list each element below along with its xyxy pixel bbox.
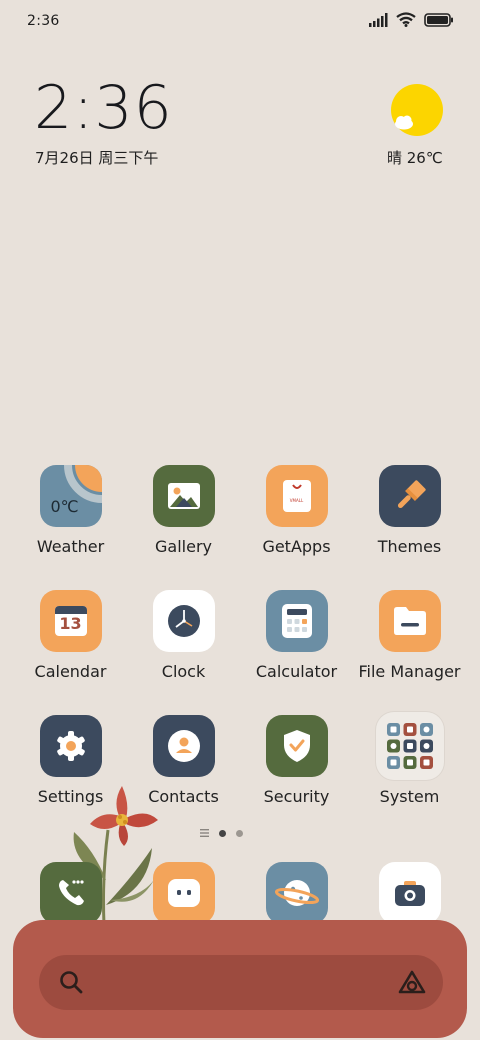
status-icons bbox=[369, 12, 454, 27]
camera-icon bbox=[378, 862, 441, 924]
wifi-icon bbox=[396, 12, 416, 27]
app-file-manager[interactable]: File Manager bbox=[353, 590, 466, 681]
app-label-themes: Themes bbox=[377, 537, 442, 556]
app-folder-system[interactable]: System bbox=[353, 712, 466, 806]
contacts-icon bbox=[152, 715, 215, 777]
feed-icon[interactable] bbox=[200, 829, 209, 837]
clock-widget-date: 7月26日 周三下午 bbox=[35, 149, 159, 167]
dock-camera[interactable] bbox=[353, 862, 466, 924]
gear-icon bbox=[39, 715, 102, 777]
app-weather[interactable]: 0℃ Weather bbox=[14, 465, 127, 556]
clock-icon bbox=[152, 590, 215, 652]
app-themes[interactable]: Themes bbox=[353, 465, 466, 556]
app-label-clock: Clock bbox=[161, 662, 206, 681]
messages-icon bbox=[152, 862, 215, 924]
app-calendar[interactable]: 13 Calendar bbox=[14, 590, 127, 681]
calendar-icon: 13 bbox=[39, 590, 102, 652]
page-dot-active[interactable] bbox=[219, 829, 226, 837]
dock-messages[interactable] bbox=[127, 862, 240, 924]
weather-widget-text: 晴 26℃ bbox=[387, 149, 443, 167]
page-dot[interactable] bbox=[236, 829, 243, 837]
page-indicator bbox=[200, 829, 243, 837]
app-label-weather: Weather bbox=[36, 537, 105, 556]
browser-icon bbox=[265, 862, 328, 924]
status-bar: 2:36 bbox=[0, 0, 480, 42]
battery-icon bbox=[424, 12, 453, 27]
sun-cloud-icon[interactable] bbox=[391, 84, 443, 136]
app-label-system: System bbox=[379, 787, 440, 806]
app-label-calculator: Calculator bbox=[255, 662, 338, 681]
app-label-security: Security bbox=[263, 787, 330, 806]
search-bar[interactable] bbox=[39, 955, 443, 1010]
app-label-gallery: Gallery bbox=[155, 537, 212, 556]
search-icon bbox=[60, 971, 83, 994]
app-security[interactable]: Security bbox=[240, 715, 353, 806]
phone-icon bbox=[39, 862, 102, 924]
app-label-file-manager: File Manager bbox=[358, 662, 461, 681]
signal-icon bbox=[369, 12, 388, 27]
app-getapps[interactable]: VMALL GetApps bbox=[240, 465, 353, 556]
gallery-icon bbox=[152, 465, 215, 527]
dock-phone[interactable] bbox=[14, 862, 127, 924]
app-clock[interactable]: Clock bbox=[127, 590, 240, 681]
weather-app-icon: 0℃ bbox=[39, 465, 102, 527]
getapps-badge: VMALL bbox=[289, 498, 304, 503]
status-time: 2:36 bbox=[27, 13, 60, 29]
calendar-day: 13 bbox=[59, 614, 82, 633]
calculator-icon bbox=[265, 590, 328, 652]
app-gallery[interactable]: Gallery bbox=[127, 465, 240, 556]
app-calculator[interactable]: Calculator bbox=[240, 590, 353, 681]
assistant-icon[interactable] bbox=[397, 969, 427, 995]
folder-preview-icon bbox=[375, 712, 444, 780]
getapps-icon: VMALL bbox=[265, 465, 328, 527]
shield-icon bbox=[265, 715, 328, 777]
weather-icon-temp: 0℃ bbox=[50, 497, 79, 516]
app-label-getapps: GetApps bbox=[262, 537, 331, 556]
folder-icon bbox=[378, 590, 441, 652]
clock-widget-time[interactable]: 2:36 bbox=[34, 78, 173, 138]
dock-browser[interactable] bbox=[240, 862, 353, 924]
paintbrush-icon bbox=[378, 465, 441, 527]
app-label-calendar: Calendar bbox=[34, 662, 107, 681]
